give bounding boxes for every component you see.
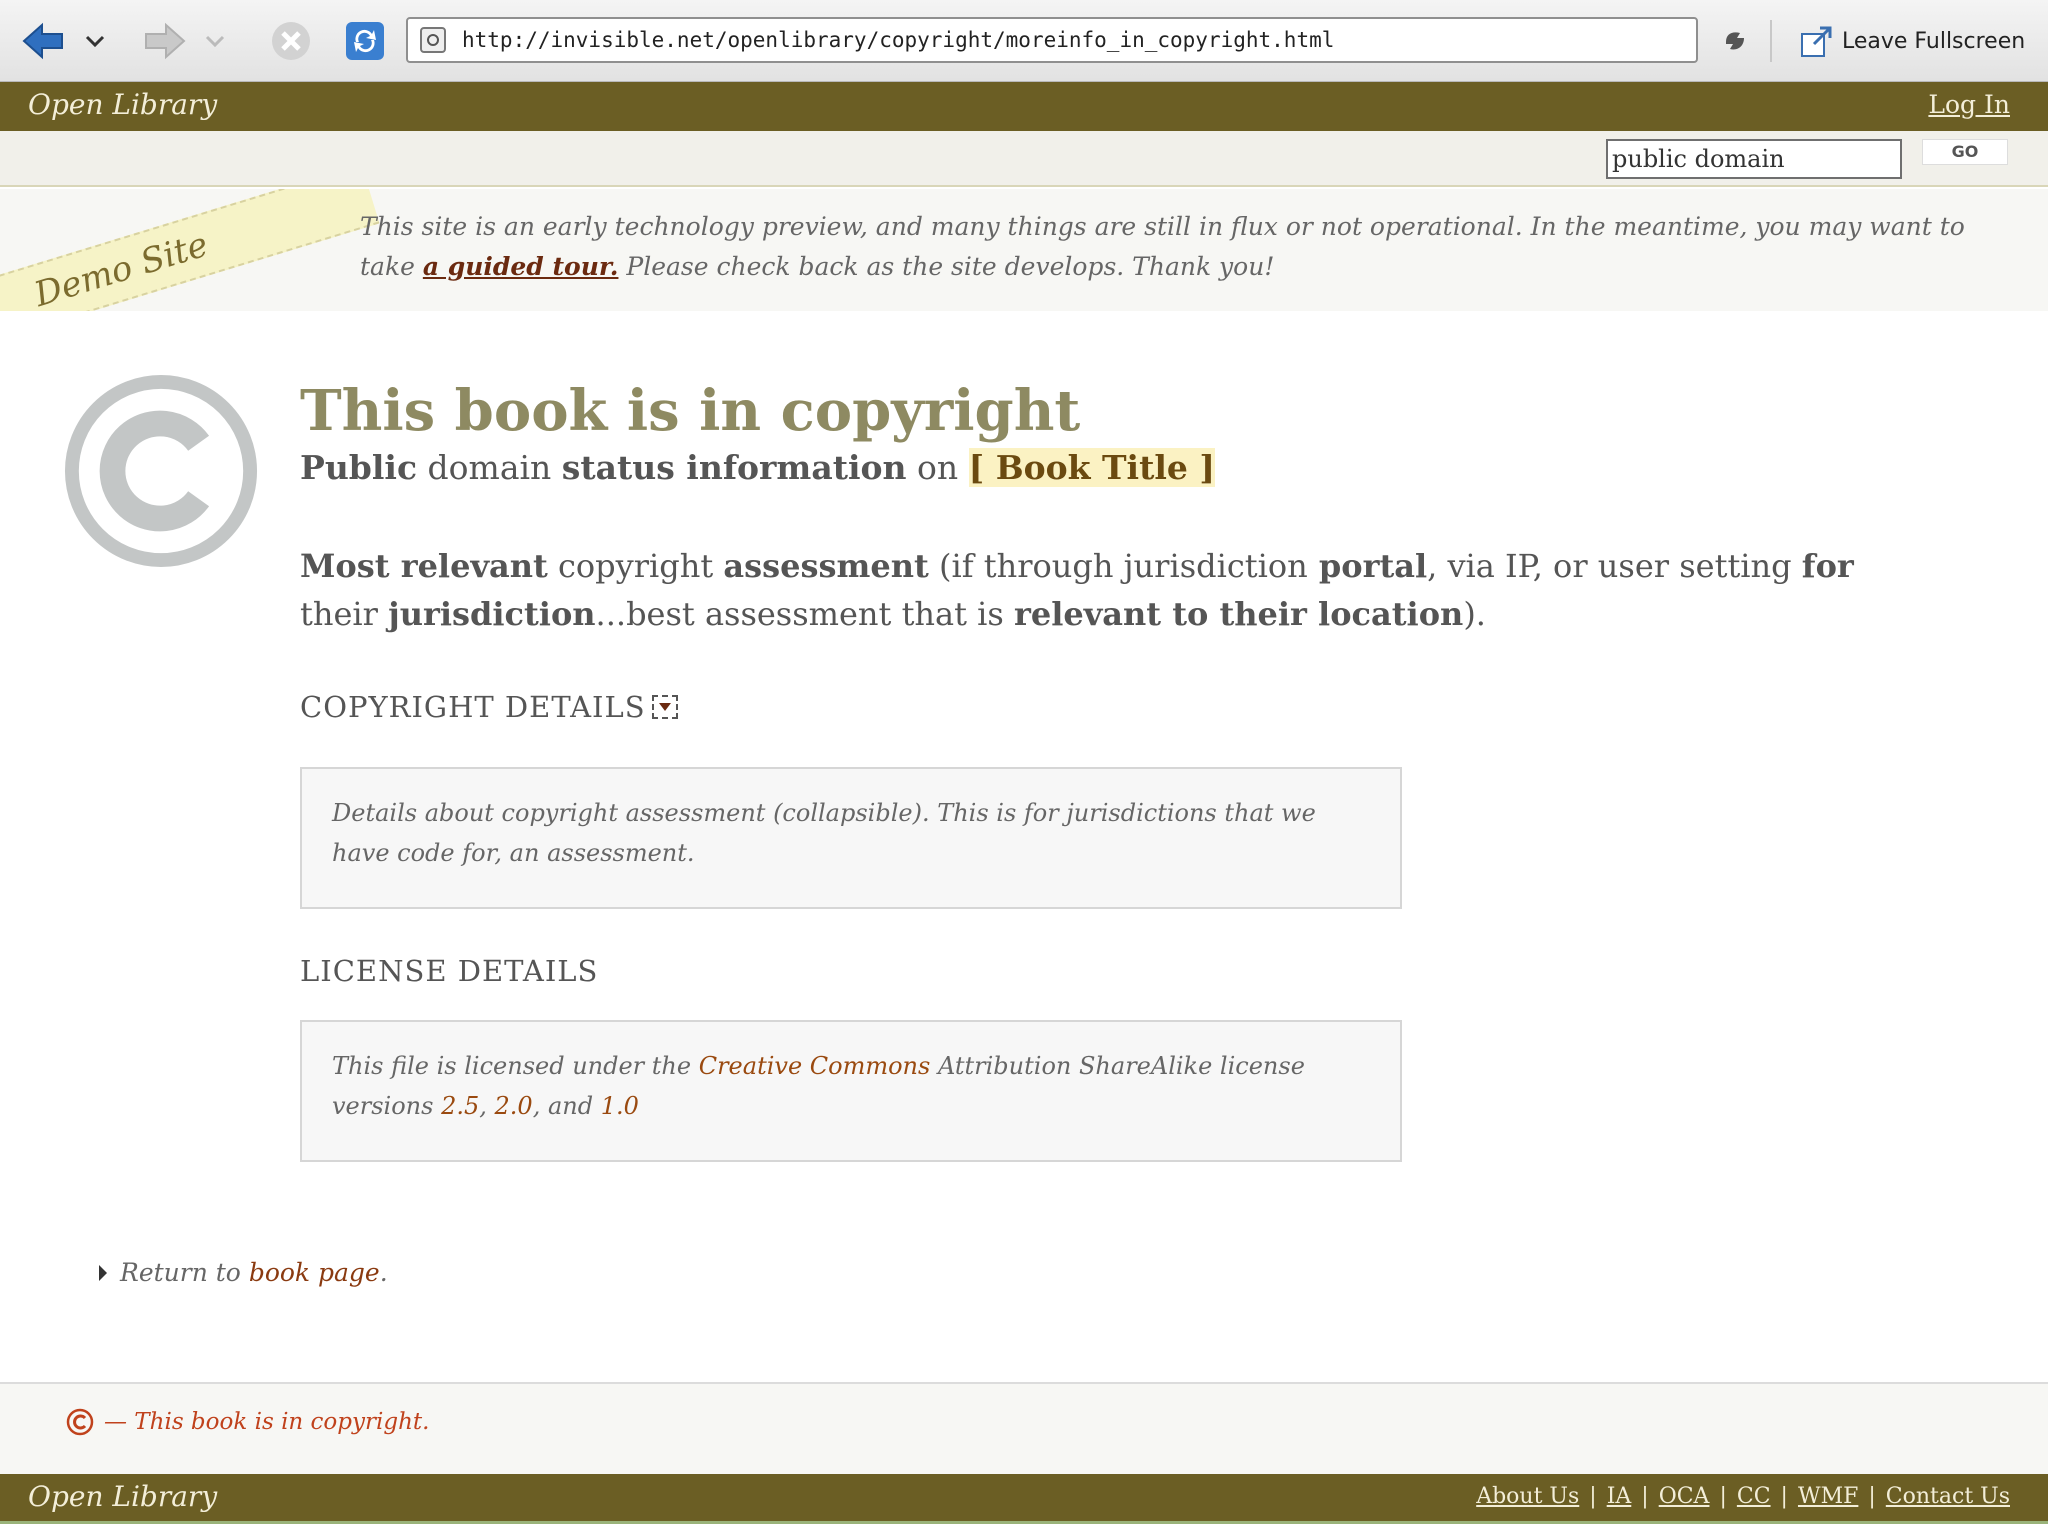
- chevron-down-icon: [85, 35, 105, 48]
- demo-notice: This site is an early technology preview…: [360, 207, 2020, 287]
- leave-fullscreen-button[interactable]: Leave Fullscreen: [1800, 18, 2025, 64]
- demo-ribbon-label: Demo Site: [29, 224, 213, 311]
- license-text: is licensed under the: [428, 1052, 699, 1080]
- page-title: This book is in copyright: [300, 378, 1081, 444]
- demo-text-after: Please check back as the site develops. …: [618, 252, 1275, 281]
- assessment-part: ).: [1463, 595, 1486, 633]
- footer-separator: |: [1589, 1484, 1597, 1509]
- search-bar: GO: [0, 131, 2048, 187]
- license-text: This file: [332, 1052, 429, 1080]
- subtitle-part: Public: [300, 448, 418, 487]
- triangle-down-icon: [658, 703, 671, 711]
- license-details-box: This file is licensed under the Creative…: [300, 1020, 1402, 1162]
- subtitle-part: status information: [561, 448, 907, 487]
- footer-separator: |: [1641, 1484, 1649, 1509]
- book-title: [ Book Title ]: [968, 448, 1215, 487]
- book-page-link[interactable]: book page: [249, 1258, 380, 1287]
- stop-icon: [272, 22, 310, 60]
- license-details-heading-row: LICENSE DETAILS: [300, 954, 598, 988]
- back-history-dropdown[interactable]: [80, 16, 110, 66]
- toolbar-separator: [1770, 20, 1772, 62]
- assessment-part: for: [1801, 547, 1854, 585]
- login-link[interactable]: Log In: [1928, 90, 2010, 119]
- search-input[interactable]: [1606, 139, 1902, 179]
- license-version-link[interactable]: 2.5: [441, 1092, 479, 1120]
- forward-arrow-icon: [145, 22, 186, 60]
- copyright-details-toggle[interactable]: COPYRIGHT DETAILS: [300, 690, 678, 724]
- footer-link-contact-us[interactable]: Contact Us: [1886, 1484, 2010, 1509]
- site-footer: Open Library About Us | IA | OCA | CC | …: [0, 1474, 2048, 1524]
- creative-commons-link[interactable]: Creative Commons: [699, 1052, 931, 1080]
- chevron-down-icon: [205, 35, 225, 48]
- license-text: , and: [532, 1092, 601, 1120]
- assessment-part: copyright: [547, 547, 724, 585]
- license-details-heading: LICENSE DETAILS: [300, 954, 599, 988]
- footer-separator: |: [1868, 1484, 1876, 1509]
- assessment-part: portal: [1307, 547, 1428, 585]
- url-text: http://invisible.net/openlibrary/copyrig…: [462, 28, 1335, 52]
- footer-separator: |: [1780, 1484, 1788, 1509]
- site-identity-icon: [420, 27, 446, 53]
- stop-button[interactable]: [266, 16, 316, 66]
- footer-link-about-us[interactable]: About Us: [1476, 1484, 1579, 1509]
- forward-history-dropdown[interactable]: [200, 16, 230, 66]
- footer-separator: |: [1719, 1484, 1727, 1509]
- return-prefix: Return to: [120, 1258, 249, 1287]
- subtitle-part: on: [906, 448, 969, 487]
- assessment-part: (if through: [928, 547, 1124, 585]
- assessment-part: ...best assessment that is: [595, 595, 1014, 633]
- copyright-status: — This book is in copyright.: [66, 1408, 429, 1436]
- footer-link-wmf[interactable]: WMF: [1798, 1484, 1858, 1509]
- reload-icon: [346, 22, 384, 60]
- footer-status-bar: — This book is in copyright.: [0, 1382, 2048, 1474]
- reload-button[interactable]: [340, 16, 390, 66]
- assessment-part: their: [300, 595, 389, 633]
- license-version-link[interactable]: 2.0: [495, 1092, 533, 1120]
- license-version-link[interactable]: 1.0: [601, 1092, 639, 1120]
- site-logo[interactable]: Open Library: [28, 88, 217, 121]
- demo-banner: Demo Site This site is an early technolo…: [0, 189, 2048, 311]
- license-text: ,: [479, 1092, 495, 1120]
- copyright-small-icon: [66, 1408, 94, 1436]
- copyright-assessment: Most relevant copyright assessment (if t…: [300, 542, 1860, 638]
- site-header: Open Library Log In: [0, 82, 2048, 131]
- return-suffix: .: [379, 1258, 388, 1287]
- extension-button[interactable]: [1710, 16, 1760, 66]
- footer-links: About Us | IA | OCA | CC | WMF | Contact…: [1476, 1484, 2010, 1509]
- forward-button[interactable]: [140, 16, 190, 66]
- copyright-icon: [64, 374, 258, 568]
- back-button[interactable]: [18, 16, 68, 66]
- collapse-toggle-icon[interactable]: [651, 695, 678, 719]
- footer-link-oca[interactable]: OCA: [1659, 1484, 1710, 1509]
- assessment-part: Most relevant: [300, 547, 548, 585]
- copyright-details-text: Details about copyright assessment (coll…: [332, 799, 1316, 867]
- go-button[interactable]: GO: [1922, 139, 2008, 165]
- guided-tour-link[interactable]: a guided tour.: [423, 252, 619, 281]
- return-to-book: Return to book page.: [98, 1258, 388, 1287]
- copyright-status-text: — This book is in copyright.: [104, 1409, 430, 1435]
- assessment-part: relevant to their location: [1013, 595, 1464, 633]
- page-subtitle: Public domain status information on [ Bo…: [300, 448, 1215, 487]
- back-arrow-icon: [22, 22, 63, 60]
- assessment-part: assessment: [723, 547, 929, 585]
- address-bar[interactable]: http://invisible.net/openlibrary/copyrig…: [406, 17, 1698, 63]
- copyright-details-box: Details about copyright assessment (coll…: [300, 767, 1402, 909]
- footer-link-cc[interactable]: CC: [1737, 1484, 1771, 1509]
- assessment-part: jurisdiction: [388, 595, 596, 633]
- assessment-part: jurisdiction: [1123, 547, 1308, 585]
- triangle-right-icon: [99, 1264, 107, 1281]
- copyright-details-heading: COPYRIGHT DETAILS: [300, 690, 646, 724]
- assessment-part: , via IP, or user setting: [1427, 547, 1802, 585]
- subtitle-part: domain: [417, 448, 562, 487]
- extension-icon: [1726, 32, 1744, 50]
- browser-toolbar: http://invisible.net/openlibrary/copyrig…: [0, 0, 2048, 82]
- demo-ribbon: Demo Site: [0, 189, 380, 311]
- leave-fullscreen-icon: [1801, 26, 1832, 57]
- leave-fullscreen-label: Leave Fullscreen: [1842, 28, 2026, 54]
- footer-link-ia[interactable]: IA: [1607, 1484, 1632, 1509]
- footer-logo[interactable]: Open Library: [28, 1480, 217, 1513]
